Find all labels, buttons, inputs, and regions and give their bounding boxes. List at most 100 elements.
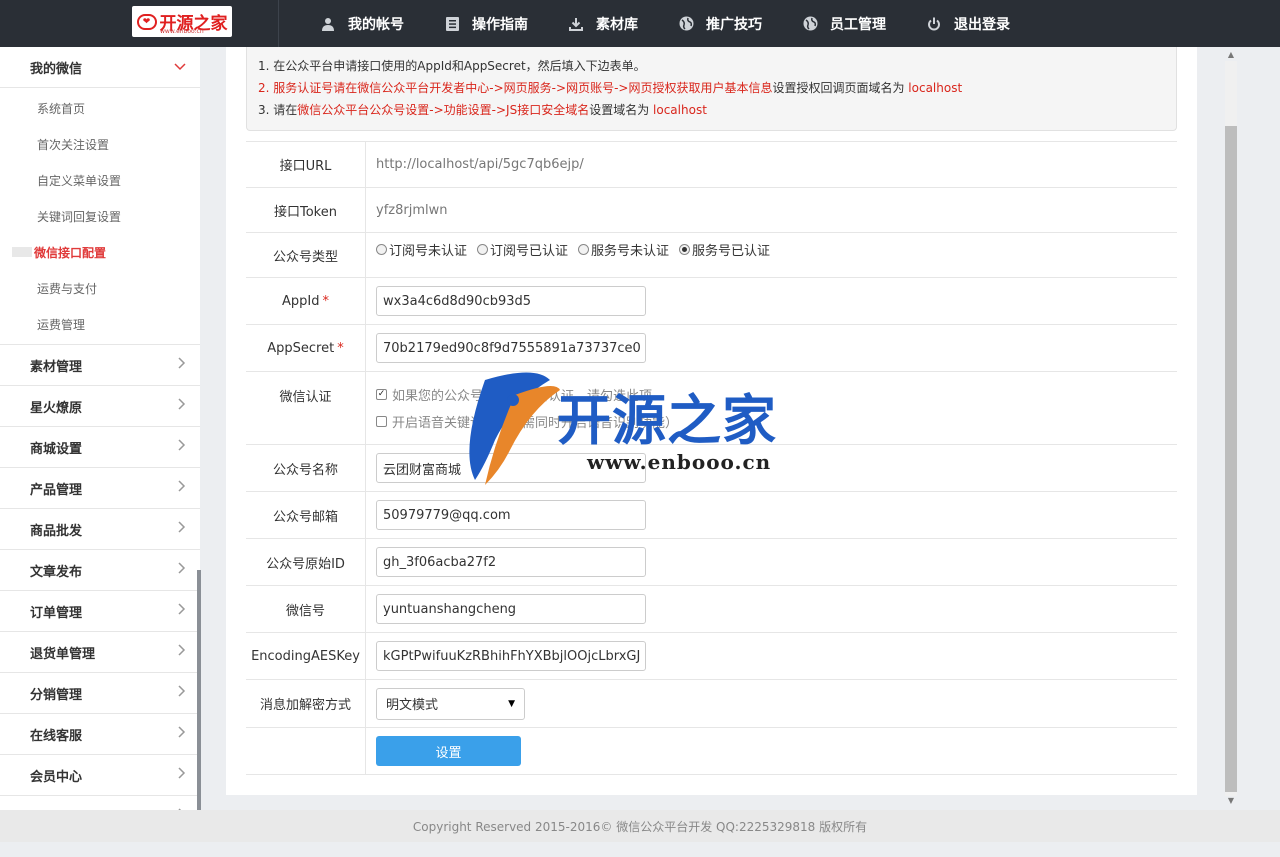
page-scrollbar[interactable]: ▲ ▼ [1224, 47, 1238, 810]
chevron-right-icon [178, 685, 186, 701]
instructions-notice: 1. 在公众平台申请接口使用的AppId和AppSecret，然后填入下边表单。… [246, 47, 1177, 131]
form-row-aeskey: EncodingAESKey kGPtPwifuuKzRBhihFhYXBbjl… [246, 632, 1177, 679]
sidebar-item-keyword-reply[interactable]: 关键词回复设置 [0, 198, 200, 234]
sidebar-group-label: 在线客服 [30, 728, 83, 744]
scroll-down-icon[interactable]: ▼ [1224, 795, 1238, 807]
nav-logout[interactable]: 退出登录 [926, 14, 1010, 34]
wxid-input[interactable]: yuntuanshangcheng [376, 594, 646, 624]
sidebar-group-item[interactable]: 星火燎原 [0, 386, 200, 427]
sidebar-group-label: 退货单管理 [30, 646, 96, 662]
sidebar-scrollbar[interactable] [197, 570, 201, 810]
sidebar-item-shipping-payment[interactable]: 运费与支付 [0, 270, 200, 306]
appid-input[interactable]: wx3a4c6d8d90cb93d5 [376, 286, 646, 316]
nav-label: 退出登录 [954, 16, 1010, 33]
radio-service-verified[interactable]: 服务号已认证 [679, 240, 770, 259]
globe-icon [802, 16, 818, 32]
sidebar-item-first-follow[interactable]: 首次关注设置 [0, 126, 200, 162]
sidebar-group-item[interactable]: 分销管理 [0, 673, 200, 714]
nav-label: 推广技巧 [706, 16, 762, 33]
form-row-origid: 公众号原始ID gh_3f06acba27f2 [246, 538, 1177, 585]
submit-button[interactable]: 设置 [376, 736, 521, 766]
appid-label: AppId * [246, 278, 366, 324]
notice-line-1: 1. 在公众平台申请接口使用的AppId和AppSecret，然后填入下边表单。 [258, 59, 646, 73]
nav-my-account[interactable]: 我的帐号 [320, 14, 404, 34]
empty-label [246, 728, 366, 774]
nav-label: 素材库 [596, 16, 638, 33]
sidebar-group-item[interactable]: 商城设置 [0, 427, 200, 468]
sidebar-group-label: 商品批发 [30, 523, 83, 539]
nav-label: 操作指南 [472, 16, 528, 33]
nav-label: 员工管理 [830, 16, 886, 33]
origid-input[interactable]: gh_3f06acba27f2 [376, 547, 646, 577]
top-navbar: ❤ 开源之家 www.enboo.cn 我的帐号 操作指南 素材库 推广技巧 员… [0, 0, 1280, 47]
sidebar-group-item[interactable]: 商品批发 [0, 509, 200, 550]
checkbox-unchecked [376, 416, 387, 427]
scroll-thumb[interactable] [1225, 126, 1237, 792]
radio-sub-unverified[interactable]: 订阅号未认证 [376, 240, 467, 259]
form-row-email: 公众号邮箱 50979779@qq.com [246, 491, 1177, 538]
user-icon [320, 16, 336, 32]
main-nav: 我的帐号 操作指南 素材库 推广技巧 员工管理 退出登录 [320, 0, 1050, 47]
form-row-type: 公众号类型 订阅号未认证 订阅号已认证 服务号未认证 服务号已认证 [246, 232, 1177, 277]
sidebar-group-item[interactable]: 文章发布 [0, 550, 200, 591]
nav-staff[interactable]: 员工管理 [802, 14, 886, 34]
form-row-mode: 消息加解密方式 明文模式 ▼ [246, 679, 1177, 727]
nav-materials[interactable]: 素材库 [568, 14, 638, 34]
download-icon [568, 16, 584, 32]
notice-line-2: 2. 服务认证号请在微信公众平台开发者中心->网页服务->网页账号->网页授权获… [258, 81, 963, 95]
sidebar-group-item[interactable]: 微积分 [0, 796, 200, 810]
radio-service-unverified[interactable]: 服务号未认证 [578, 240, 669, 259]
sidebar-group-item[interactable]: 产品管理 [0, 468, 200, 509]
sidebar-submenu: 系统首页 首次关注设置 自定义菜单设置 关键词回复设置 微信接口配置 运费与支付… [0, 88, 200, 345]
email-input[interactable]: 50979779@qq.com [376, 500, 646, 530]
heart-logo-icon: ❤ [136, 13, 157, 30]
list-icon [444, 16, 460, 32]
form-row-wxid: 微信号 yuntuanshangcheng [246, 585, 1177, 632]
type-radio-group: 订阅号未认证 订阅号已认证 服务号未认证 服务号已认证 [366, 233, 1177, 277]
sidebar-group-label: 会员中心 [30, 769, 83, 785]
sidebar-group-my-wechat[interactable]: 我的微信 [0, 47, 200, 88]
sidebar-group-item[interactable]: 在线客服 [0, 714, 200, 755]
auth-checkbox[interactable]: ✓ 如果您的公众号已通过微信认证，请勾选此项 [376, 385, 652, 404]
appsecret-label: AppSecret * [246, 325, 366, 371]
nav-promotion[interactable]: 推广技巧 [678, 14, 762, 34]
form-row-name: 公众号名称 云团财富商城 [246, 444, 1177, 491]
sidebar-item-api-config[interactable]: 微信接口配置 [0, 234, 200, 270]
token-label: 接口Token [246, 188, 366, 232]
sidebar-item-home[interactable]: 系统首页 [0, 90, 200, 126]
radio-dot-selected [679, 244, 691, 255]
wxid-label: 微信号 [246, 586, 366, 632]
token-value: yfz8rjmlwn [376, 202, 448, 218]
aeskey-input[interactable]: kGPtPwifuuKzRBhihFhYXBbjlOOjcLbrxGJ [376, 641, 646, 671]
chevron-right-icon [178, 398, 186, 414]
mode-select[interactable]: 明文模式 ▼ [376, 687, 525, 720]
name-input[interactable]: 云团财富商城 [376, 453, 646, 483]
sidebar-group-item[interactable]: 订单管理 [0, 591, 200, 632]
sidebar-item-shipping-manage[interactable]: 运费管理 [0, 306, 200, 342]
logo-subtext: www.enboo.cn [160, 28, 204, 35]
sidebar-group-label: 商城设置 [30, 441, 83, 457]
sidebar-group-label: 文章发布 [30, 564, 83, 580]
scroll-up-icon[interactable]: ▲ [1224, 49, 1238, 61]
aeskey-label: EncodingAESKey [246, 633, 366, 679]
form-row-submit: 设置 [246, 727, 1177, 775]
mode-label: 消息加解密方式 [246, 680, 366, 727]
radio-sub-verified[interactable]: 订阅号已认证 [477, 240, 568, 259]
radio-dot [578, 244, 590, 255]
name-label: 公众号名称 [246, 445, 366, 491]
power-icon [926, 16, 942, 32]
sidebar-group-item[interactable]: 素材管理 [0, 345, 200, 386]
voice-checkbox[interactable]: 开启语音关键词识别（需同时开启语音识别功能） [376, 412, 678, 431]
site-logo[interactable]: ❤ 开源之家 www.enboo.cn [132, 6, 232, 37]
footer: Copyright Reserved 2015-2016© 微信公众平台开发 Q… [0, 810, 1280, 842]
chevron-right-icon [178, 521, 186, 537]
chevron-right-icon [178, 562, 186, 578]
nav-guide[interactable]: 操作指南 [444, 14, 528, 34]
chevron-right-icon [178, 357, 186, 373]
appsecret-input[interactable]: 70b2179ed90c8f9d7555891a73737ce0 [376, 333, 646, 363]
sidebar-item-custom-menu[interactable]: 自定义菜单设置 [0, 162, 200, 198]
main-panel: 1. 在公众平台申请接口使用的AppId和AppSecret，然后填入下边表单。… [226, 47, 1197, 795]
sidebar-group-item[interactable]: 会员中心 [0, 755, 200, 796]
sidebar-group-item[interactable]: 退货单管理 [0, 632, 200, 673]
form-row-appid: AppId * wx3a4c6d8d90cb93d5 [246, 277, 1177, 324]
